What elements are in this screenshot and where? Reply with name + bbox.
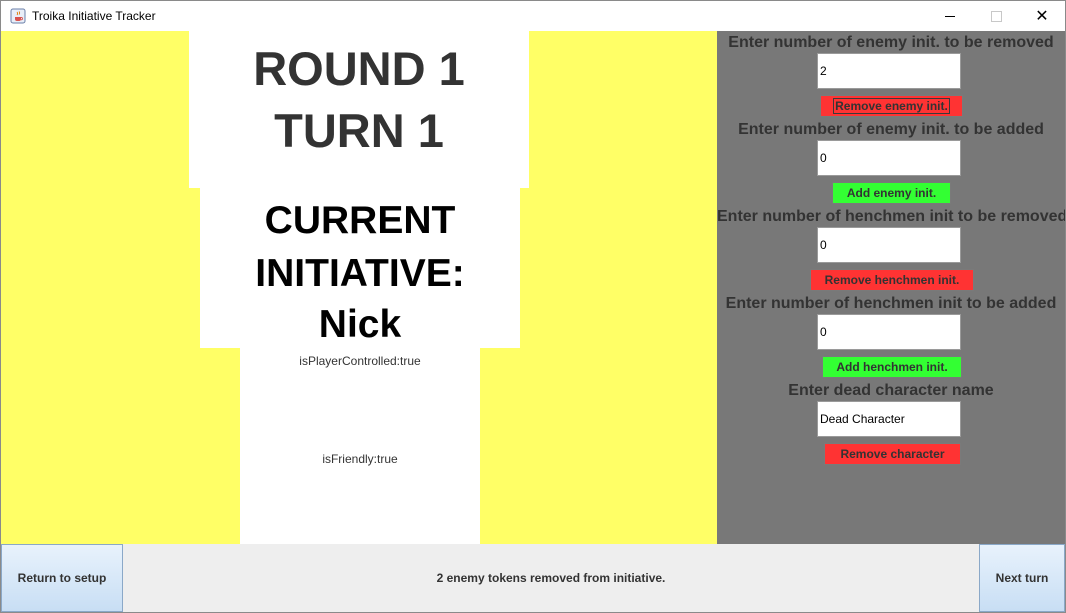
java-cup-icon: [10, 8, 26, 24]
remove-henchmen-button[interactable]: Remove henchmen init.: [810, 269, 974, 291]
minimize-button[interactable]: [927, 1, 973, 31]
initiative-display: ROUND 1 TURN 1 CURRENT INITIATIVE: Nick …: [1, 31, 717, 544]
window-title: Troika Initiative Tracker: [32, 9, 156, 23]
bottom-bar: Return to setup 2 enemy tokens removed f…: [1, 544, 1065, 612]
round-label: ROUND 1: [253, 42, 465, 95]
initiative-label: INITIATIVE:: [255, 252, 465, 295]
remove-enemy-label: Enter number of enemy init. to be remove…: [728, 34, 1054, 51]
maximize-icon: [990, 10, 1002, 22]
character-info-panel: isPlayerControlled:true isFriendly:true: [240, 348, 480, 544]
remove-character-button[interactable]: Remove character: [824, 443, 961, 465]
add-henchmen-input[interactable]: [817, 314, 961, 350]
turn-label: TURN 1: [274, 104, 444, 157]
minimize-icon: [945, 15, 955, 17]
dead-character-input[interactable]: [817, 401, 961, 437]
add-henchmen-label: Enter number of henchmen init to be adde…: [725, 295, 1057, 312]
remove-enemy-input[interactable]: [817, 53, 961, 89]
close-button[interactable]: ✕: [1019, 1, 1065, 31]
add-enemy-label: Enter number of enemy init. to be added: [738, 121, 1044, 138]
friendly-text: isFriendly:true: [322, 452, 398, 466]
controls-panel: Enter number of enemy init. to be remove…: [717, 31, 1065, 544]
add-enemy-input[interactable]: [817, 140, 961, 176]
current-initiative-panel: CURRENT INITIATIVE: Nick: [200, 188, 520, 348]
current-character-name: Nick: [318, 303, 402, 346]
remove-enemy-button[interactable]: Remove enemy init.: [820, 95, 963, 117]
add-enemy-button[interactable]: Add enemy init.: [832, 182, 951, 204]
player-controlled-text: isPlayerControlled:true: [299, 354, 421, 368]
maximize-button[interactable]: [973, 1, 1019, 31]
remove-henchmen-label: Enter number of henchmen init to be remo…: [717, 208, 1066, 225]
return-to-setup-button[interactable]: Return to setup: [1, 544, 123, 612]
current-label: CURRENT: [264, 199, 456, 242]
round-panel: ROUND 1 TURN 1: [189, 31, 529, 188]
close-icon: ✕: [1035, 8, 1049, 25]
status-message: 2 enemy tokens removed from initiative.: [436, 571, 666, 585]
add-henchmen-button[interactable]: Add henchmen init.: [822, 356, 962, 378]
remove-henchmen-input[interactable]: [817, 227, 961, 263]
dead-character-label: Enter dead character name: [788, 382, 994, 399]
app-window: Troika Initiative Tracker ✕ ROUND 1 TURN…: [0, 0, 1066, 613]
title-bar[interactable]: Troika Initiative Tracker ✕: [1, 1, 1065, 31]
next-turn-button[interactable]: Next turn: [979, 544, 1065, 612]
remove-enemy-button-label: Remove enemy init.: [833, 98, 950, 114]
